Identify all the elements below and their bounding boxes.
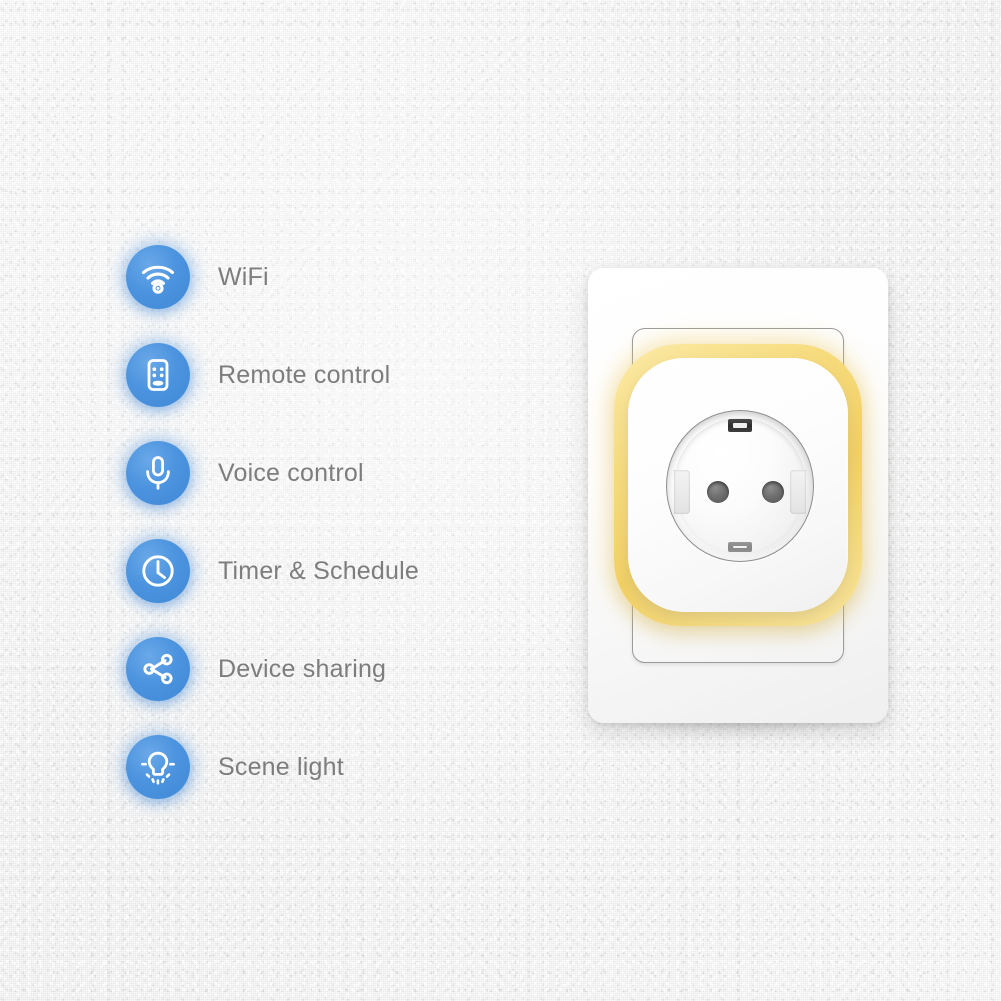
light-bulb-icon <box>126 735 190 799</box>
wifi-icon <box>126 245 190 309</box>
smart-wall-socket <box>588 268 888 737</box>
pin-hole-right <box>762 481 784 503</box>
smart-socket-module <box>628 358 848 612</box>
ground-rail-right <box>790 470 806 514</box>
feature-item-device-sharing: Device sharing <box>126 620 546 718</box>
feature-label: Voice control <box>218 458 364 487</box>
microphone-icon <box>126 441 190 505</box>
feature-item-timer-schedule: Timer & Schedule <box>126 522 546 620</box>
pin-hole-left <box>707 481 729 503</box>
wall-plate <box>588 268 888 723</box>
feature-item-voice-control: Voice control <box>126 424 546 522</box>
schuko-outlet <box>666 410 814 562</box>
socket-recess-face <box>674 418 806 554</box>
share-nodes-icon <box>126 637 190 701</box>
feature-item-remote-control: Remote control <box>126 326 546 424</box>
ground-clip-bottom <box>728 542 752 552</box>
ground-clip-top <box>728 419 752 432</box>
ground-rail-left <box>674 470 690 514</box>
remote-control-icon <box>126 343 190 407</box>
feature-item-wifi: WiFi <box>126 228 546 326</box>
feature-label: WiFi <box>218 262 269 291</box>
product-feature-graphic: WiFi Remote control Voice control Timer … <box>0 0 1001 1001</box>
feature-label: Scene light <box>218 752 344 781</box>
feature-label: Timer & Schedule <box>218 556 419 585</box>
feature-list: WiFi Remote control Voice control Timer … <box>126 228 546 816</box>
feature-label: Remote control <box>218 360 391 389</box>
feature-label: Device sharing <box>218 654 387 683</box>
clock-icon <box>126 539 190 603</box>
feature-item-scene-light: Scene light <box>126 718 546 816</box>
